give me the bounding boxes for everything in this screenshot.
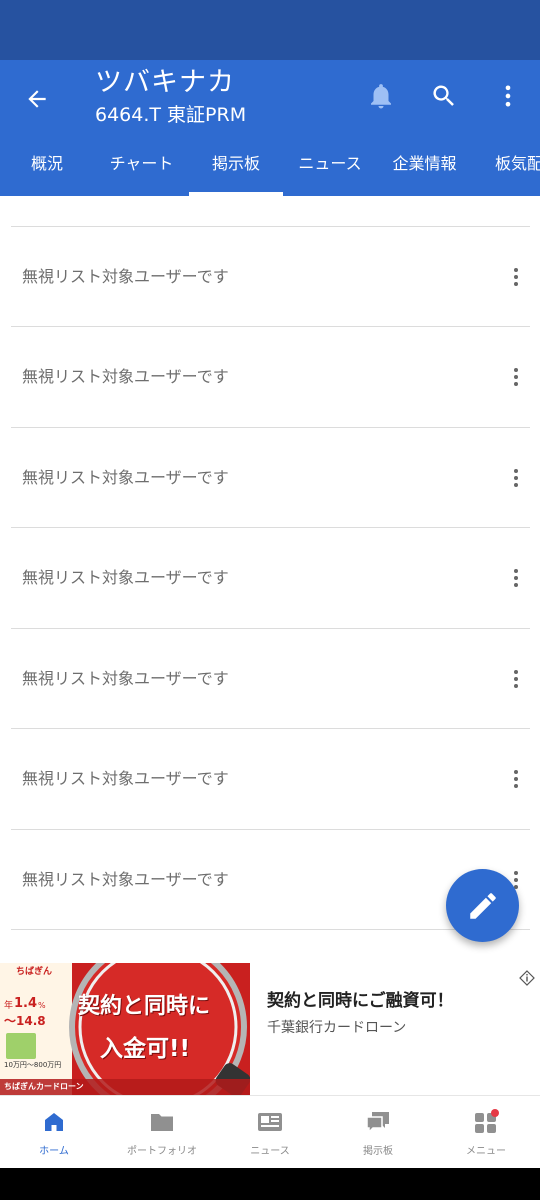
nav-label: メニュー [466, 1146, 506, 1157]
post-text: 無視リスト対象ユーザーです [22, 769, 229, 788]
notification-button[interactable] [363, 78, 399, 114]
search-icon [433, 85, 454, 106]
more-vertical-icon [514, 569, 518, 587]
post-menu-button[interactable] [500, 261, 532, 293]
nav-label: 掲示板 [363, 1146, 393, 1157]
post-menu-button[interactable] [500, 462, 532, 494]
chat-icon [364, 1108, 392, 1136]
ad-overlay-line2: 入金可!! [100, 1036, 190, 1062]
ad-product: ちばぎんカードローン [4, 1082, 84, 1091]
bottom-navigation: ホーム ポートフォリオ ニュース 掲示板 メニュー [0, 1095, 540, 1168]
post-text: 無視リスト対象ユーザーです [22, 568, 229, 587]
nav-menu[interactable]: メニュー [432, 1096, 540, 1169]
back-button[interactable] [20, 82, 54, 116]
ad-sponsor: 千葉銀行カードローン [267, 1020, 407, 1036]
pencil-icon [469, 892, 496, 919]
nav-label: ニュース [250, 1146, 290, 1157]
ad-rate-low: 1.4 [14, 996, 38, 1011]
more-vertical-icon [514, 469, 518, 487]
nav-label: ポートフォリオ [127, 1146, 197, 1157]
ad-choices-icon [519, 970, 535, 986]
page-title: ツバキナカ [95, 67, 235, 98]
nav-board[interactable]: 掲示板 [324, 1096, 432, 1169]
ad-headline[interactable]: 契約と同時にご融資可！ [267, 989, 454, 1013]
tab-bar: 概況 チャート 掲示板 ニュース 企業情報 板気配 [0, 140, 540, 196]
post-menu-button[interactable] [500, 361, 532, 393]
post-item[interactable]: 無視リスト対象ユーザーです [0, 629, 540, 729]
tab-overview[interactable]: 概況 [0, 140, 94, 196]
divider [11, 929, 530, 930]
ad-overlay-line1: 契約と同時に [78, 994, 211, 1019]
status-bar [0, 0, 540, 60]
ad-brand: ちばぎん [16, 967, 53, 977]
post-item[interactable]: 無視リスト対象ユーザーです [0, 428, 540, 528]
ad-rate-prefix: 年 [4, 1001, 14, 1011]
more-options-button[interactable] [490, 78, 526, 114]
post-text: 無視リスト対象ユーザーです [22, 468, 229, 487]
stock-code: 6464.T 東証PRM [95, 104, 247, 126]
post-text: 無視リスト対象ユーザーです [22, 669, 229, 688]
ad-info-button[interactable] [519, 970, 535, 986]
compose-post-button[interactable] [446, 869, 519, 942]
tab-news[interactable]: ニュース [283, 140, 377, 196]
arrow-left-icon [28, 90, 46, 108]
more-vertical-icon [514, 670, 518, 688]
nav-portfolio[interactable]: ポートフォリオ [108, 1096, 216, 1169]
ad-image[interactable]: ちばぎん 年 1.4 % ～14.8 10万円～800万円 ちばぎんカードローン… [0, 963, 250, 1095]
post-item[interactable]: 無視リスト対象ユーザーです [0, 528, 540, 628]
bell-icon [371, 84, 391, 109]
ad-illustration [0, 963, 250, 1095]
tab-company-info[interactable]: 企業情報 [377, 140, 472, 196]
folder-icon [148, 1108, 176, 1136]
search-button[interactable] [426, 78, 462, 114]
post-text: 無視リスト対象ユーザーです [22, 367, 229, 386]
home-icon [40, 1108, 68, 1136]
more-vertical-icon [505, 85, 511, 107]
more-vertical-icon [514, 770, 518, 788]
post-menu-button[interactable] [500, 663, 532, 695]
grid-menu-icon [472, 1108, 500, 1136]
system-navigation-bar [0, 1168, 540, 1200]
post-menu-button[interactable] [500, 562, 532, 594]
post-menu-button[interactable] [500, 763, 532, 795]
tab-chart[interactable]: チャート [94, 140, 189, 196]
nav-news[interactable]: ニュース [216, 1096, 324, 1169]
news-icon [256, 1108, 284, 1136]
post-item[interactable]: 無視リスト対象ユーザーです [0, 327, 540, 427]
more-vertical-icon [514, 268, 518, 286]
post-text: 無視リスト対象ユーザーです [22, 870, 229, 889]
post-item[interactable]: 無視リスト対象ユーザーです [0, 729, 540, 829]
ad-limit: 10万円～800万円 [4, 1061, 62, 1069]
advertisement-banner[interactable]: ちばぎん 年 1.4 % ～14.8 10万円～800万円 ちばぎんカードローン… [0, 963, 540, 1095]
tab-board[interactable]: 掲示板 [189, 140, 283, 196]
tab-order-book[interactable]: 板気配 [472, 140, 540, 196]
more-vertical-icon [514, 368, 518, 386]
app-header: ツバキナカ 6464.T 東証PRM 概況 チャート 掲示板 ニュース 企業情報… [0, 60, 540, 196]
nav-home[interactable]: ホーム [0, 1096, 108, 1169]
ad-rate-high: ～14.8 [4, 1014, 46, 1028]
post-text: 無視リスト対象ユーザーです [22, 267, 229, 286]
ad-rate-percent: % [38, 1001, 46, 1010]
nav-label: ホーム [39, 1146, 69, 1157]
post-item[interactable]: 無視リスト対象ユーザーです [0, 227, 540, 327]
